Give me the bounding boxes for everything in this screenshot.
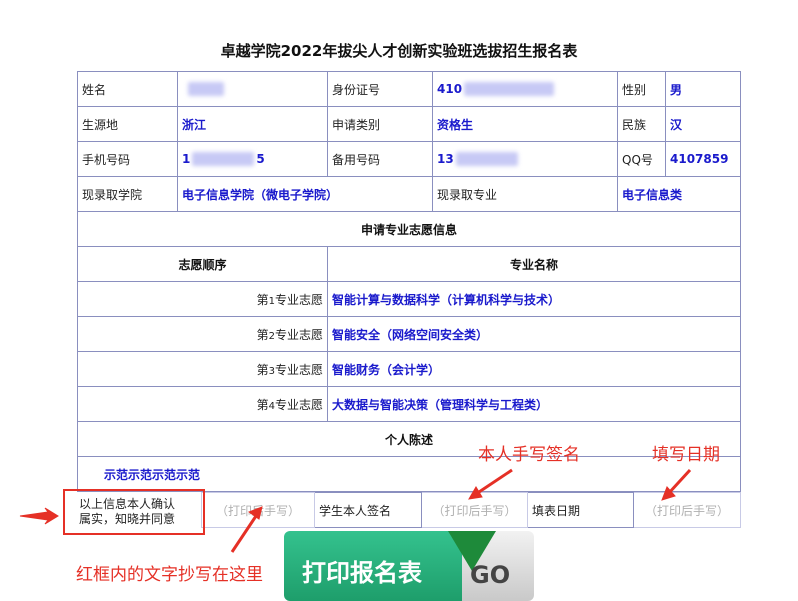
arrow-to-sign-field-icon xyxy=(475,468,513,496)
arrow-head-sign-icon xyxy=(468,486,483,500)
arrow-to-confirm-box-icon xyxy=(19,507,59,525)
arrow-to-date-field-icon xyxy=(666,468,692,496)
arrow-to-copy-field-icon xyxy=(230,512,260,553)
print-button-label: 打印报名表 xyxy=(302,559,422,587)
annotation-arrows xyxy=(19,468,692,553)
print-form-button[interactable]: 打印报名表 GO xyxy=(284,531,534,601)
go-label: GO xyxy=(470,561,511,589)
